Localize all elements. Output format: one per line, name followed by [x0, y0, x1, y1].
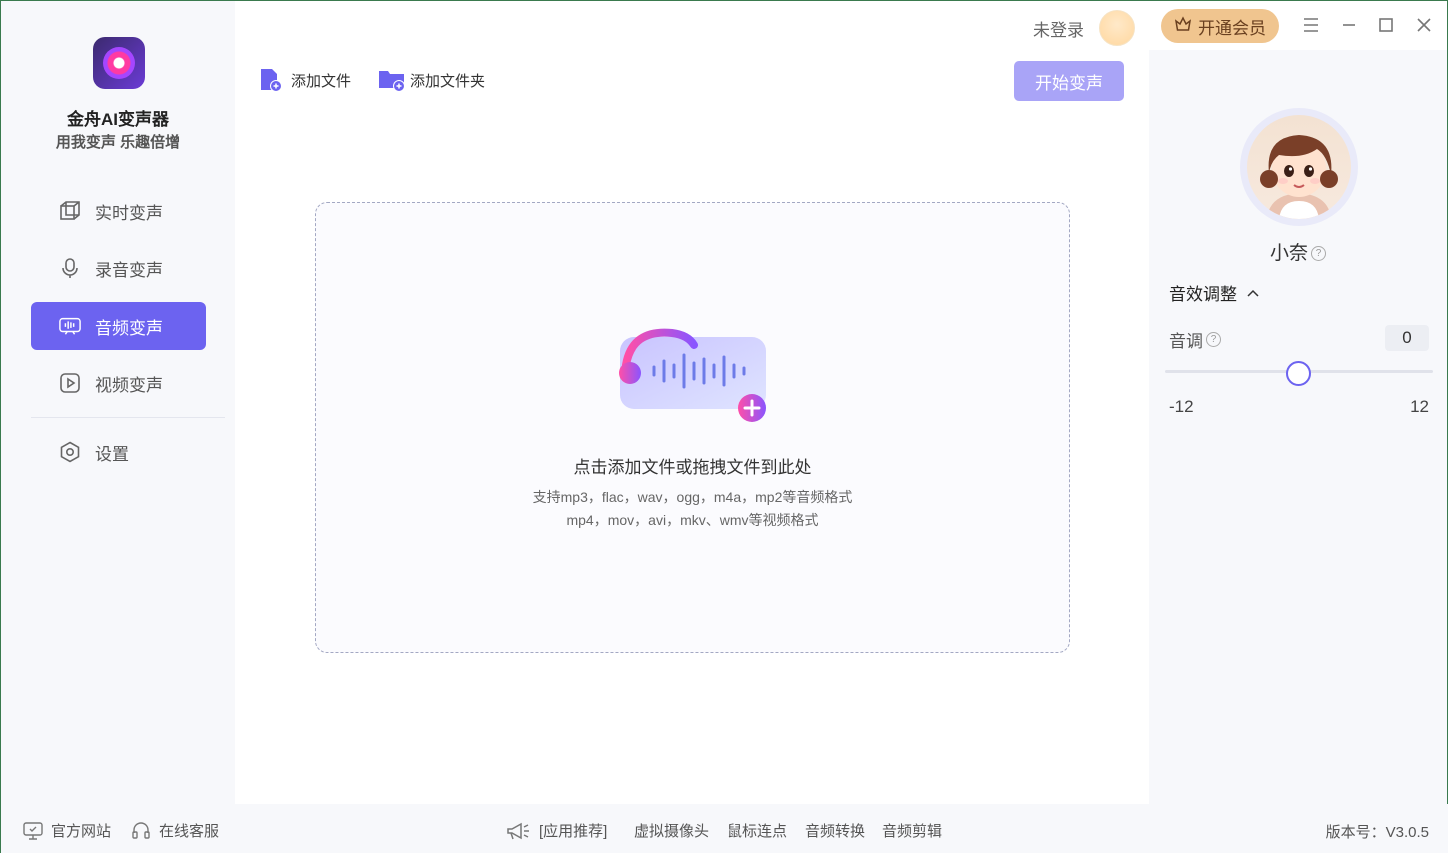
app-name: 金舟AI变声器 — [67, 110, 169, 129]
add-folder-button[interactable]: 添加文件夹 — [378, 67, 485, 93]
start-button[interactable]: 开始变声 — [1014, 61, 1124, 101]
dropzone-audio-formats: 支持mp3，flac，wav，ogg，m4a，mp2等音频格式 — [532, 489, 853, 505]
user-avatar[interactable] — [1099, 10, 1135, 46]
chevron-up-icon — [1247, 289, 1259, 297]
app-logo — [93, 37, 145, 89]
mouse-clicker-link[interactable]: 鼠标连点 — [727, 820, 787, 841]
add-folder-icon — [378, 67, 405, 93]
version-label: 版本号：V3.0.5 — [1325, 824, 1429, 841]
maximize-icon[interactable] — [1374, 13, 1398, 37]
sidebar-item-audio[interactable]: 音频变声 — [31, 302, 206, 350]
crown-icon — [1174, 15, 1192, 37]
headset-icon — [131, 821, 151, 841]
sidebar-item-video[interactable]: 视频变声 — [31, 359, 206, 407]
sidebar: 金舟AI变声器 用我变声 乐趣倍增 实时变声 录音变声 音频变声 视频变声 设置 — [1, 1, 235, 804]
pitch-label: 音调? — [1169, 327, 1221, 352]
help-icon[interactable]: ? — [1206, 332, 1221, 347]
sidebar-item-realtime[interactable]: 实时变声 — [31, 187, 206, 235]
microphone-icon — [59, 257, 81, 279]
voice-avatar[interactable] — [1240, 108, 1358, 226]
effect-adjust-toggle[interactable]: 音效调整 — [1169, 280, 1259, 305]
app-recommend: [应用推荐] — [505, 820, 607, 841]
official-website-link[interactable]: 官方网站 — [23, 820, 111, 841]
pitch-label-text: 音调 — [1169, 332, 1203, 351]
pitch-slider-max: 12 — [1410, 397, 1429, 416]
effect-title-label: 音效调整 — [1169, 285, 1237, 304]
add-file-label: 添加文件 — [291, 72, 352, 90]
gear-icon — [59, 441, 81, 463]
online-support-link[interactable]: 在线客服 — [131, 820, 219, 841]
virtual-camera-link[interactable]: 虚拟摄像头 — [634, 820, 709, 841]
voice-panel: 小奈? 音效调整 音调? 0 -12 12 — [1149, 50, 1447, 804]
recommend-label: [应用推荐] — [539, 823, 608, 840]
minimize-icon[interactable] — [1337, 13, 1361, 37]
cube-icon — [59, 200, 81, 222]
menu-icon[interactable] — [1299, 13, 1323, 37]
sidebar-item-label: 视频变声 — [95, 375, 163, 395]
bottom-bar: 官方网站 在线客服 [应用推荐] 虚拟摄像头 鼠标连点 音频转换 音频剪辑 版本… — [1, 804, 1448, 853]
help-icon[interactable]: ? — [1311, 246, 1326, 262]
voice-name-label: 小奈 — [1269, 243, 1308, 264]
megaphone-icon — [505, 821, 531, 841]
app-slogan: 用我变声 乐趣倍增 — [55, 134, 181, 151]
audio-wave-icon — [59, 315, 81, 337]
dropzone-video-formats: mp4，mov，avi，mkv、wmv等视频格式 — [566, 512, 819, 528]
dropzone-title: 点击添加文件或拖拽文件到此处 — [573, 458, 812, 477]
sidebar-item-label: 录音变声 — [95, 260, 163, 280]
play-icon — [59, 372, 81, 394]
close-icon[interactable] — [1412, 13, 1436, 37]
voice-name: 小奈? — [1149, 238, 1447, 265]
sidebar-item-settings[interactable]: 设置 — [31, 428, 206, 476]
add-file-icon — [259, 67, 283, 93]
sidebar-item-label: 设置 — [95, 444, 129, 464]
online-support-label: 在线客服 — [159, 823, 220, 840]
sidebar-item-label: 音频变声 — [95, 318, 163, 338]
pitch-value-field[interactable]: 0 — [1385, 325, 1429, 351]
add-folder-label: 添加文件夹 — [410, 72, 486, 90]
pitch-slider-min: -12 — [1169, 397, 1194, 416]
official-website-label: 官方网站 — [51, 823, 112, 840]
vip-button[interactable]: 开通会员 — [1161, 9, 1279, 43]
sidebar-item-record[interactable]: 录音变声 — [31, 244, 206, 292]
app-window: 金舟AI变声器 用我变声 乐趣倍增 实时变声 录音变声 音频变声 视频变声 设置… — [0, 0, 1448, 853]
sidebar-divider — [31, 417, 225, 418]
login-status[interactable]: 未登录 — [1033, 16, 1084, 41]
audio-edit-link[interactable]: 音频剪辑 — [882, 820, 942, 841]
audio-upload-illustration — [612, 325, 772, 425]
file-dropzone[interactable]: 点击添加文件或拖拽文件到此处 支持mp3，flac，wav，ogg，m4a，mp… — [315, 202, 1070, 653]
sidebar-item-label: 实时变声 — [95, 203, 163, 223]
add-file-button[interactable]: 添加文件 — [259, 67, 351, 93]
audio-convert-link[interactable]: 音频转换 — [805, 820, 865, 841]
vip-label: 开通会员 — [1198, 18, 1266, 38]
pitch-slider-thumb[interactable] — [1286, 361, 1311, 386]
monitor-icon — [23, 821, 43, 840]
